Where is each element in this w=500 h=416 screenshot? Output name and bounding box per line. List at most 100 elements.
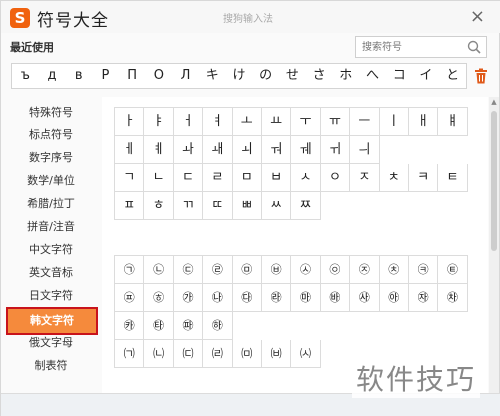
- symbol-cell[interactable]: ㉷: [438, 284, 468, 312]
- symbol-cell[interactable]: ㅛ: [261, 108, 292, 136]
- symbol-cell[interactable]: ㅔ: [115, 136, 145, 164]
- symbol-cell[interactable]: ㅐ: [408, 108, 439, 136]
- panel-scrollbar[interactable]: ▲: [489, 97, 499, 393]
- search-input[interactable]: [362, 39, 462, 55]
- symbol-cell[interactable]: ㈀: [115, 340, 145, 368]
- symbol-cell[interactable]: ㉢: [173, 256, 204, 284]
- symbol-cell[interactable]: ㅒ: [438, 108, 468, 136]
- sidebar-item[interactable]: 拼音/注音: [1, 216, 101, 238]
- symbol-cell[interactable]: ㅟ: [320, 136, 351, 164]
- symbol-cell[interactable]: ㉨: [350, 256, 380, 284]
- symbol-cell[interactable]: ㈃: [203, 340, 233, 368]
- symbol-cell[interactable]: ㉰: [232, 284, 262, 312]
- symbol-cell[interactable]: ㅃ: [232, 192, 262, 220]
- symbol-cell[interactable]: ㉻: [203, 312, 233, 340]
- symbol-cell[interactable]: ㉴: [350, 284, 380, 312]
- symbol-cell[interactable]: ㉬: [115, 284, 145, 312]
- symbol-cell[interactable]: ㅡ: [350, 108, 380, 136]
- recent-symbol[interactable]: コ: [386, 64, 413, 88]
- symbol-cell[interactable]: ㉦: [291, 256, 321, 284]
- symbol-cell[interactable]: ㅙ: [203, 136, 233, 164]
- recent-symbol[interactable]: せ: [279, 64, 306, 88]
- symbol-cell[interactable]: ㅗ: [232, 108, 262, 136]
- sidebar-item[interactable]: 日文字符: [1, 285, 101, 307]
- symbol-cell[interactable]: ㅈ: [350, 164, 380, 192]
- symbol-cell[interactable]: ㉤: [232, 256, 262, 284]
- recent-symbol[interactable]: キ: [199, 64, 226, 88]
- symbol-cell[interactable]: ㅋ: [408, 164, 439, 192]
- search-icon[interactable]: [466, 39, 482, 55]
- symbol-cell[interactable]: ㄹ: [203, 164, 233, 192]
- recent-symbol[interactable]: ホ: [332, 64, 359, 88]
- symbol-cell[interactable]: ㅊ: [379, 164, 409, 192]
- recent-symbol[interactable]: の: [252, 64, 279, 88]
- symbol-cell[interactable]: ㉲: [291, 284, 321, 312]
- symbol-cell[interactable]: ㅓ: [173, 108, 204, 136]
- close-icon[interactable]: ×: [470, 6, 485, 27]
- sidebar-item[interactable]: 标点符号: [1, 124, 101, 146]
- symbol-cell[interactable]: ㉹: [144, 312, 174, 340]
- symbol-cell[interactable]: ㅏ: [115, 108, 145, 136]
- title-bar[interactable]: S 符号大全 搜狗输入法 ×: [1, 1, 500, 33]
- symbol-cell[interactable]: ㅌ: [438, 164, 468, 192]
- symbol-cell[interactable]: ㉡: [144, 256, 174, 284]
- symbol-cell[interactable]: ㅆ: [261, 192, 292, 220]
- symbol-cell[interactable]: ㉱: [261, 284, 292, 312]
- symbol-cell[interactable]: ㉯: [203, 284, 233, 312]
- scroll-up-icon[interactable]: ▲: [490, 97, 498, 107]
- symbol-cell[interactable]: ㉧: [320, 256, 351, 284]
- symbol-cell[interactable]: ㅂ: [261, 164, 292, 192]
- symbol-cell[interactable]: ㅑ: [144, 108, 174, 136]
- sidebar-item[interactable]: 数字序号: [1, 147, 101, 169]
- recent-symbol[interactable]: в: [65, 64, 92, 88]
- symbol-cell[interactable]: ㉳: [320, 284, 351, 312]
- recent-symbol[interactable]: П: [119, 64, 146, 88]
- recent-symbol[interactable]: Р: [92, 64, 119, 88]
- search-box[interactable]: [355, 36, 487, 58]
- symbol-cell[interactable]: ㅚ: [232, 136, 262, 164]
- scroll-thumb[interactable]: [491, 111, 497, 251]
- symbol-cell[interactable]: ㄴ: [144, 164, 174, 192]
- symbol-cell[interactable]: ㈆: [291, 340, 321, 368]
- recent-symbol[interactable]: д: [39, 64, 66, 88]
- symbol-cell[interactable]: ㅉ: [291, 192, 321, 220]
- symbol-cell[interactable]: ㉩: [379, 256, 409, 284]
- symbol-cell[interactable]: ㉶: [408, 284, 439, 312]
- symbol-cell[interactable]: ㅅ: [291, 164, 321, 192]
- symbol-cell[interactable]: ㉭: [144, 284, 174, 312]
- recent-symbol[interactable]: Л: [172, 64, 199, 88]
- symbol-cell[interactable]: ㅁ: [232, 164, 262, 192]
- symbol-cell[interactable]: ㄷ: [173, 164, 204, 192]
- sidebar-item[interactable]: 韩文字符: [6, 307, 98, 335]
- symbol-cell[interactable]: ㉺: [173, 312, 204, 340]
- symbol-cell[interactable]: ㈅: [261, 340, 292, 368]
- sidebar-item[interactable]: 数学/单位: [1, 170, 101, 192]
- recent-symbol[interactable]: へ: [359, 64, 386, 88]
- trash-icon[interactable]: [474, 68, 488, 84]
- symbol-cell[interactable]: ㅝ: [261, 136, 292, 164]
- symbol-cell[interactable]: ㉸: [115, 312, 145, 340]
- symbol-cell[interactable]: ㅣ: [379, 108, 409, 136]
- symbol-cell[interactable]: ㄲ: [173, 192, 204, 220]
- symbol-cell[interactable]: ㉮: [173, 284, 204, 312]
- symbol-cell[interactable]: ㅠ: [320, 108, 351, 136]
- sidebar-item[interactable]: 希腊/拉丁: [1, 193, 101, 215]
- symbol-cell[interactable]: ㉫: [438, 256, 468, 284]
- symbol-cell[interactable]: ㄱ: [115, 164, 145, 192]
- symbol-cell[interactable]: ㉥: [261, 256, 292, 284]
- sidebar-item[interactable]: 特殊符号: [1, 102, 101, 124]
- symbol-cell[interactable]: ㈄: [232, 340, 262, 368]
- recent-symbol[interactable]: と: [439, 64, 466, 88]
- recent-symbol[interactable]: ъ: [12, 64, 39, 88]
- symbol-cell[interactable]: ㅇ: [320, 164, 351, 192]
- recent-symbol[interactable]: さ: [306, 64, 333, 88]
- symbol-cell[interactable]: ㈁: [144, 340, 174, 368]
- symbol-cell[interactable]: ㉪: [408, 256, 439, 284]
- sidebar-item[interactable]: 制表符: [1, 355, 101, 377]
- sidebar-item[interactable]: 英文音标: [1, 262, 101, 284]
- sidebar-item[interactable]: 俄文字母: [1, 332, 101, 354]
- symbol-cell[interactable]: ㅖ: [144, 136, 174, 164]
- symbol-cell[interactable]: ㉵: [379, 284, 409, 312]
- symbol-cell[interactable]: ㉣: [203, 256, 233, 284]
- symbol-cell[interactable]: ㄸ: [203, 192, 233, 220]
